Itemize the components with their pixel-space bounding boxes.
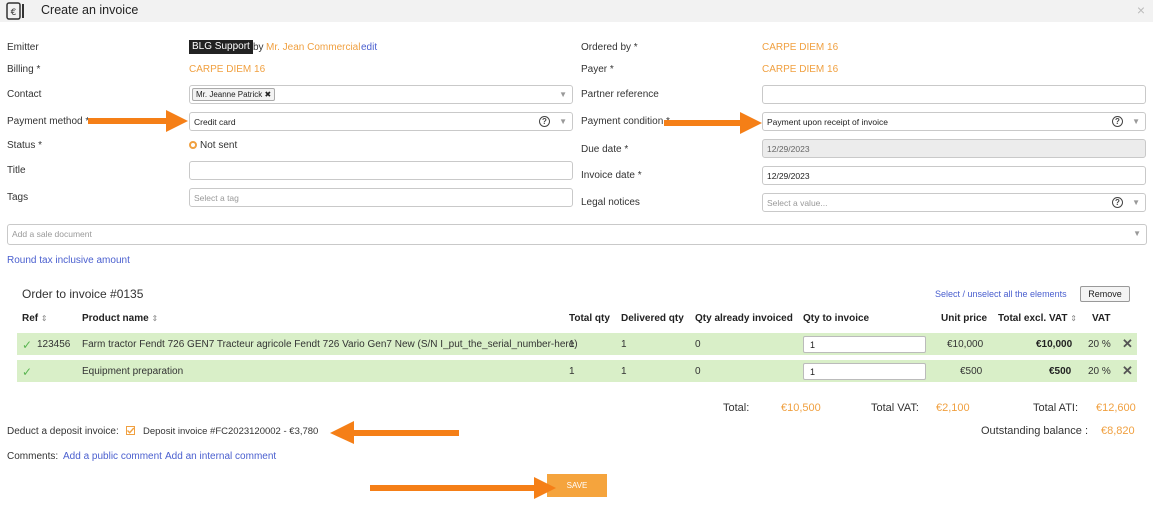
- billing-label: Billing *: [7, 64, 41, 75]
- sort-icon: ⇕: [1070, 314, 1077, 323]
- total-value: €10,500: [781, 402, 821, 414]
- chevron-down-icon: ▼: [1132, 117, 1140, 126]
- tags-placeholder: Select a tag: [194, 193, 239, 203]
- legal-notices-placeholder: Select a value...: [767, 198, 828, 208]
- total-ati-value: €12,600: [1096, 402, 1136, 414]
- modal-title: Create an invoice: [41, 3, 139, 17]
- invoice-date-value: 12/29/2023: [767, 171, 810, 181]
- emitter-edit-link[interactable]: edit: [361, 42, 377, 53]
- qty-to-invoice-input[interactable]: 1: [803, 336, 926, 353]
- close-x-icon[interactable]: ✕: [1122, 336, 1133, 352]
- payment-method-value: Credit card: [194, 117, 236, 127]
- emitter-badge: BLG Support: [189, 40, 253, 54]
- contact-label: Contact: [7, 89, 42, 100]
- status-radio[interactable]: [189, 141, 197, 149]
- round-tax-link[interactable]: Round tax inclusive amount: [7, 255, 130, 266]
- col-total-excl[interactable]: Total excl. VAT ⇕: [998, 313, 1077, 324]
- order-title: Order to invoice #0135: [22, 287, 144, 301]
- checkmark-icon: ✓: [22, 365, 33, 379]
- partner-ref-input[interactable]: [762, 85, 1146, 104]
- col-ref[interactable]: Ref ⇕: [22, 313, 48, 324]
- payment-condition-label: Payment condition *: [581, 116, 670, 127]
- deposit-label: Deduct a deposit invoice:: [7, 426, 119, 437]
- question-circle-icon[interactable]: ?: [1112, 116, 1123, 127]
- question-circle-icon[interactable]: ?: [1112, 197, 1123, 208]
- status-value: Not sent: [200, 140, 238, 151]
- payment-method-label: Payment method *: [7, 116, 90, 127]
- total-vat-value: €2,100: [936, 402, 970, 414]
- payment-method-select[interactable]: Credit card ? ▼: [189, 112, 573, 131]
- legal-notices-select[interactable]: Select a value... ? ▼: [762, 193, 1146, 212]
- col-product-name[interactable]: Product name ⇕: [82, 313, 158, 324]
- arrow-right-icon: [664, 112, 762, 134]
- ordered-by-value[interactable]: CARPE DIEM 16: [762, 42, 838, 53]
- sort-icon: ⇕: [40, 314, 48, 323]
- outstanding-label: Outstanding balance :: [981, 425, 1089, 437]
- contact-select[interactable]: Mr. Jeanne Patrick ✖ ▼: [189, 85, 573, 104]
- table-row[interactable]: ✓ Equipment preparation 1 1 0 1 €500 €50…: [17, 360, 1137, 382]
- payer-label: Payer *: [581, 64, 614, 75]
- col-qty-to-invoice: Qty to invoice: [803, 313, 870, 324]
- sort-icon: ⇕: [151, 314, 159, 323]
- ordered-by-label: Ordered by *: [581, 42, 638, 53]
- col-unit-price: Unit price: [941, 313, 988, 324]
- tags-select[interactable]: Select a tag: [189, 188, 573, 207]
- outstanding-value: €8,820: [1101, 425, 1135, 437]
- checkmark-icon: ✓: [22, 338, 33, 352]
- remove-button[interactable]: Remove: [1080, 286, 1130, 302]
- col-delivered-qty: Delivered qty: [621, 313, 684, 324]
- invoice-euro-icon: €: [6, 2, 24, 20]
- tags-label: Tags: [7, 192, 29, 203]
- close-icon[interactable]: ×: [1137, 2, 1145, 18]
- title-label: Title: [7, 165, 26, 176]
- chevron-down-icon: ▼: [1132, 198, 1140, 207]
- emitter-by: by: [253, 42, 264, 53]
- deposit-value: Deposit invoice #FC2023120002 - €3,780: [143, 426, 319, 437]
- due-date-label: Due date *: [581, 144, 629, 155]
- legal-notices-label: Legal notices: [581, 197, 640, 208]
- qty-to-invoice-input[interactable]: 1: [803, 363, 926, 380]
- emitter-user-link[interactable]: Mr. Jean Commercial: [266, 42, 360, 53]
- status-label: Status *: [7, 140, 43, 151]
- title-input[interactable]: [189, 161, 573, 180]
- arrow-right-icon: [88, 110, 188, 132]
- total-ati-label: Total ATI:: [1033, 402, 1079, 414]
- col-qty-invoiced: Qty already invoiced: [695, 313, 793, 324]
- sale-document-select[interactable]: Add a sale document ▼: [7, 224, 1147, 245]
- modal-header: € Create an invoice ×: [0, 0, 1153, 22]
- emitter-label: Emitter: [7, 42, 39, 53]
- select-all-link[interactable]: Select / unselect all the elements: [935, 289, 1067, 299]
- total-label: Total:: [723, 402, 750, 414]
- arrow-left-icon: [330, 421, 459, 444]
- add-internal-comment-link[interactable]: Add an internal comment: [165, 451, 276, 462]
- arrow-right-icon: [370, 477, 556, 499]
- table-row[interactable]: ✓ 123456 Farm tractor Fendt 726 GEN7 Tra…: [17, 333, 1137, 355]
- due-date-input: 12/29/2023: [762, 139, 1146, 158]
- chevron-down-icon: ▼: [559, 117, 567, 126]
- close-x-icon[interactable]: ✕: [1122, 363, 1133, 379]
- payment-condition-value: Payment upon receipt of invoice: [767, 117, 888, 127]
- contact-tag[interactable]: Mr. Jeanne Patrick ✖: [192, 88, 276, 101]
- invoice-date-input[interactable]: 12/29/2023: [762, 166, 1146, 185]
- partner-ref-label: Partner reference: [581, 89, 659, 100]
- billing-value[interactable]: CARPE DIEM 16: [189, 64, 265, 75]
- comments-label: Comments:: [7, 451, 59, 462]
- svg-text:€: €: [11, 8, 17, 18]
- payment-condition-select[interactable]: Payment upon receipt of invoice ? ▼: [762, 112, 1146, 131]
- question-circle-icon[interactable]: ?: [539, 116, 550, 127]
- chevron-down-icon: ▼: [559, 90, 567, 99]
- due-date-value: 12/29/2023: [767, 144, 810, 154]
- invoice-date-label: Invoice date *: [581, 170, 642, 181]
- payer-value[interactable]: CARPE DIEM 16: [762, 64, 838, 75]
- chevron-down-icon: ▼: [1133, 229, 1141, 238]
- add-public-comment-link[interactable]: Add a public comment: [63, 451, 162, 462]
- col-vat: VAT: [1092, 313, 1111, 324]
- col-total-qty: Total qty: [569, 313, 610, 324]
- total-vat-label: Total VAT:: [871, 402, 919, 414]
- deposit-checkbox[interactable]: [126, 426, 135, 435]
